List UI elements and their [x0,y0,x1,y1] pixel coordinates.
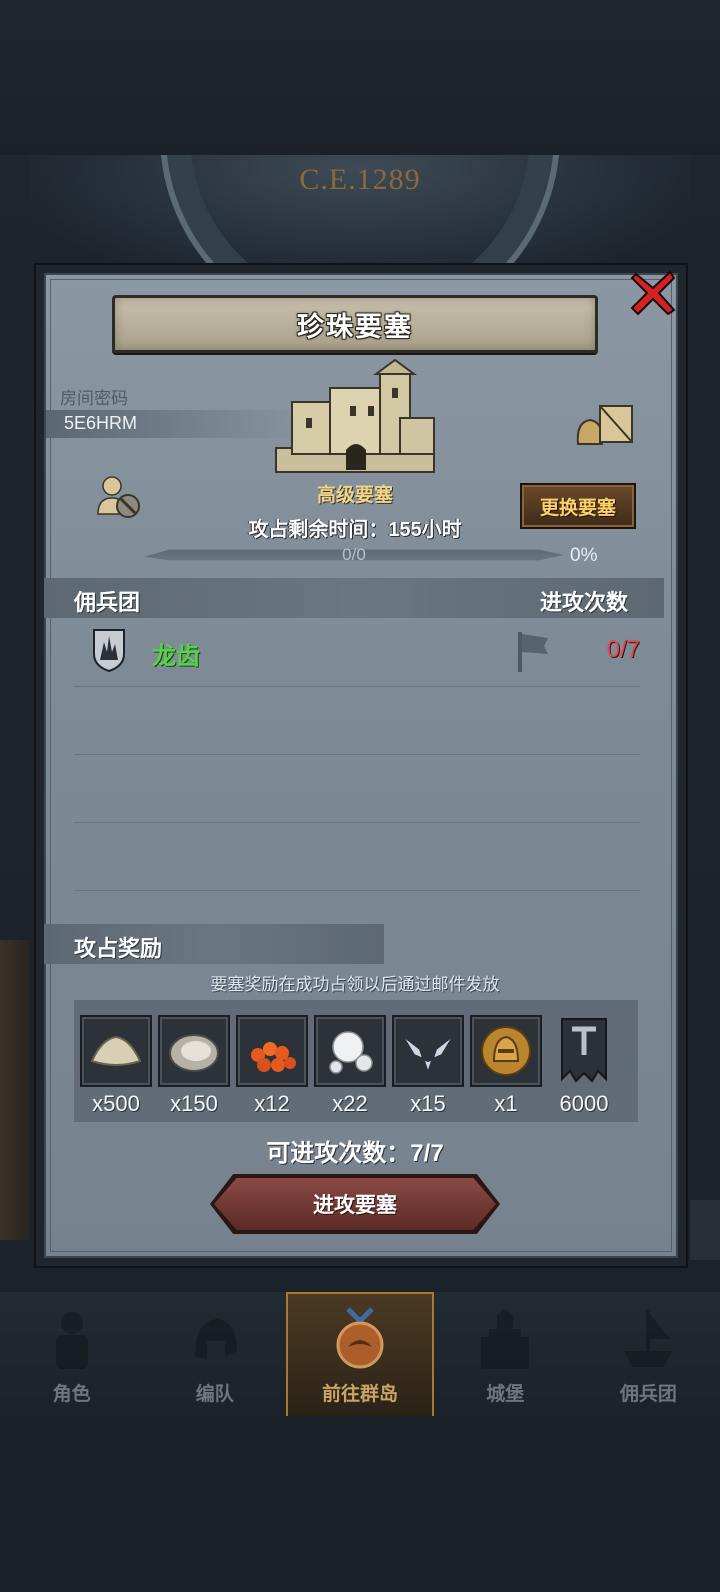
mercenary-header: 佣兵团 [74,590,141,615]
nav-item-formation[interactable]: 编队 [143,1292,286,1416]
reward-item[interactable]: x1 [470,1015,542,1117]
change-fortress-label: 更换要塞 [539,497,616,519]
fish-roe-icon [251,1042,296,1072]
capture-progress-percent: 0% [570,545,598,566]
close-button[interactable] [626,266,680,320]
era-dial: C.E.1289 [30,155,690,280]
attack-fortress-label: 进攻要塞 [313,1194,397,1217]
winged-helm-icon [401,1034,455,1077]
reward-item[interactable]: x22 [314,1015,386,1117]
row-divider [74,754,640,755]
row-divider [74,822,640,823]
reward-qty: x22 [332,1091,368,1116]
mercenary-attack-count: 0/7 [606,636,640,663]
sand-icon [90,1035,142,1066]
change-fortress-button[interactable]: 更换要塞 [520,483,636,529]
reward-tile [470,1015,542,1087]
attack-count-header: 进攻次数 [540,590,629,615]
dialog-title: 珍珠要塞 [297,311,413,342]
reward-item[interactable]: x12 [236,1015,308,1117]
nav-item-castle[interactable]: 城堡 [434,1292,577,1416]
reward-tile [314,1015,386,1087]
reward-tile [236,1015,308,1087]
room-code[interactable]: 5E6HRM [64,413,137,434]
shield-icon [93,629,125,672]
reward-tile [158,1015,230,1087]
reward-tile [548,1015,620,1087]
supplies-icon[interactable] [574,400,636,450]
room-password-label: 房间密码 [60,389,128,408]
reward-qty: x12 [254,1091,290,1116]
nav-label-formation: 编队 [195,1384,234,1405]
mercenary-row[interactable]: 龙齿 0/7 [74,620,640,684]
rewards-note: 要塞奖励在成功占领以后通过邮件发放 [210,975,500,994]
mercenary-name: 龙齿 [152,643,200,670]
castle-icon [481,1309,530,1369]
pearl-icon [329,1031,373,1074]
reward-tile [80,1015,152,1087]
ship-icon [624,1309,673,1367]
side-panel-right [690,1200,720,1260]
nav-label-islands: 前往群岛 [322,1384,399,1405]
reward-qty: x150 [170,1091,218,1116]
attempts-left: 可进攻次数：7/7 [266,1140,444,1167]
nav-item-mercenary[interactable]: 佣兵团 [577,1292,720,1416]
reward-qty: x500 [92,1091,140,1116]
bottom-fill [0,1416,720,1592]
reward-item[interactable]: x500 [80,1015,152,1117]
reward-item[interactable]: x15 [392,1015,464,1117]
game-screen: C.E.1289 角色 编队 前往群岛 城堡 佣兵团 珍珠要塞 房间密码 5E6… [0,0,720,1592]
nav-item-islands[interactable]: 前往群岛 [286,1292,434,1416]
nav-label-role: 角色 [52,1384,91,1405]
reward-qty: x15 [410,1091,446,1116]
oyster-icon [169,1034,219,1072]
top-band [0,0,720,155]
fortress-image [275,358,435,473]
nav-label-castle: 城堡 [486,1384,525,1405]
bottom-nav: 角色 编队 前往群岛 城堡 佣兵团 [0,1292,720,1416]
capture-progress-text: 0/0 [342,545,366,564]
reward-qty: 6000 [559,1091,609,1116]
attack-fortress-button[interactable]: 进攻要塞 [214,1178,496,1230]
dragon-emblem-icon [336,1307,384,1369]
helmet-icon [194,1319,237,1359]
reward-tile [392,1015,464,1087]
rewards-header: 攻占奖励 [74,936,163,961]
reward-item[interactable]: x150 [158,1015,230,1117]
close-icon [630,270,676,316]
nav-item-role[interactable]: 角色 [0,1292,143,1416]
knight-icon [55,1312,88,1369]
guild-banner-icon [561,1018,607,1083]
row-divider [74,890,640,891]
reward-item[interactable]: 6000 [548,1015,620,1117]
reward-qty: x1 [494,1091,518,1116]
golden-helmet-icon [481,1026,531,1076]
flag-icon [518,632,548,672]
dialog-title-plate: 珍珠要塞 [112,295,598,353]
nav-label-mercenary: 佣兵团 [619,1384,677,1405]
no-group-icon[interactable] [94,474,144,520]
era-year: C.E.1289 [299,163,421,196]
row-divider [74,686,640,687]
